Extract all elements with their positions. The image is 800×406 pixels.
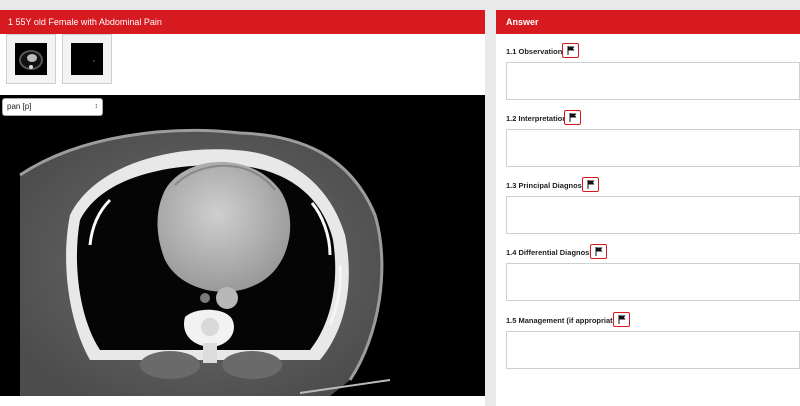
question-label: 1.1 Observations bbox=[506, 47, 567, 56]
interpretation-textarea[interactable] bbox=[506, 129, 800, 167]
answer-title: Answer bbox=[496, 10, 800, 34]
flag-icon bbox=[569, 113, 577, 122]
question-label: 1.5 Management (if appropriate) bbox=[506, 316, 620, 325]
flag-icon bbox=[567, 46, 575, 55]
flag-icon bbox=[618, 315, 626, 324]
thumbnail-image bbox=[71, 43, 103, 75]
management-textarea[interactable] bbox=[506, 331, 800, 369]
flag-button[interactable] bbox=[582, 177, 599, 192]
observations-textarea[interactable] bbox=[506, 62, 800, 100]
tool-select[interactable]: pan [p] ↕ bbox=[2, 98, 103, 116]
flag-button[interactable] bbox=[564, 110, 581, 125]
ct-image-viewer[interactable] bbox=[0, 95, 485, 396]
flag-button[interactable] bbox=[613, 312, 630, 327]
differential-diagnosis-textarea[interactable] bbox=[506, 263, 800, 301]
answer-panel: Answer 1.1 Observations 1.2 Interpretati… bbox=[496, 10, 800, 406]
question-label: 1.4 Differential Diagnosis bbox=[506, 248, 596, 257]
flag-button[interactable] bbox=[590, 244, 607, 259]
thumbnail-ct-chest[interactable] bbox=[6, 34, 56, 84]
question-label: 1.3 Principal Diagnosis bbox=[506, 181, 589, 190]
case-title: 1 55Y old Female with Abdominal Pain bbox=[0, 10, 485, 34]
flag-icon bbox=[595, 247, 603, 256]
thumbnail-image bbox=[15, 43, 47, 75]
chevron-updown-icon: ↕ bbox=[94, 103, 99, 110]
tool-select-value: pan [p] bbox=[7, 102, 32, 111]
principal-diagnosis-textarea[interactable] bbox=[506, 196, 800, 234]
ct-axial-slice-image bbox=[19, 128, 391, 396]
question-label: 1.2 Interpretation bbox=[506, 114, 567, 123]
flag-icon bbox=[587, 180, 595, 189]
flag-button[interactable] bbox=[562, 43, 579, 58]
thumbnail-dark-series[interactable] bbox=[62, 34, 112, 84]
